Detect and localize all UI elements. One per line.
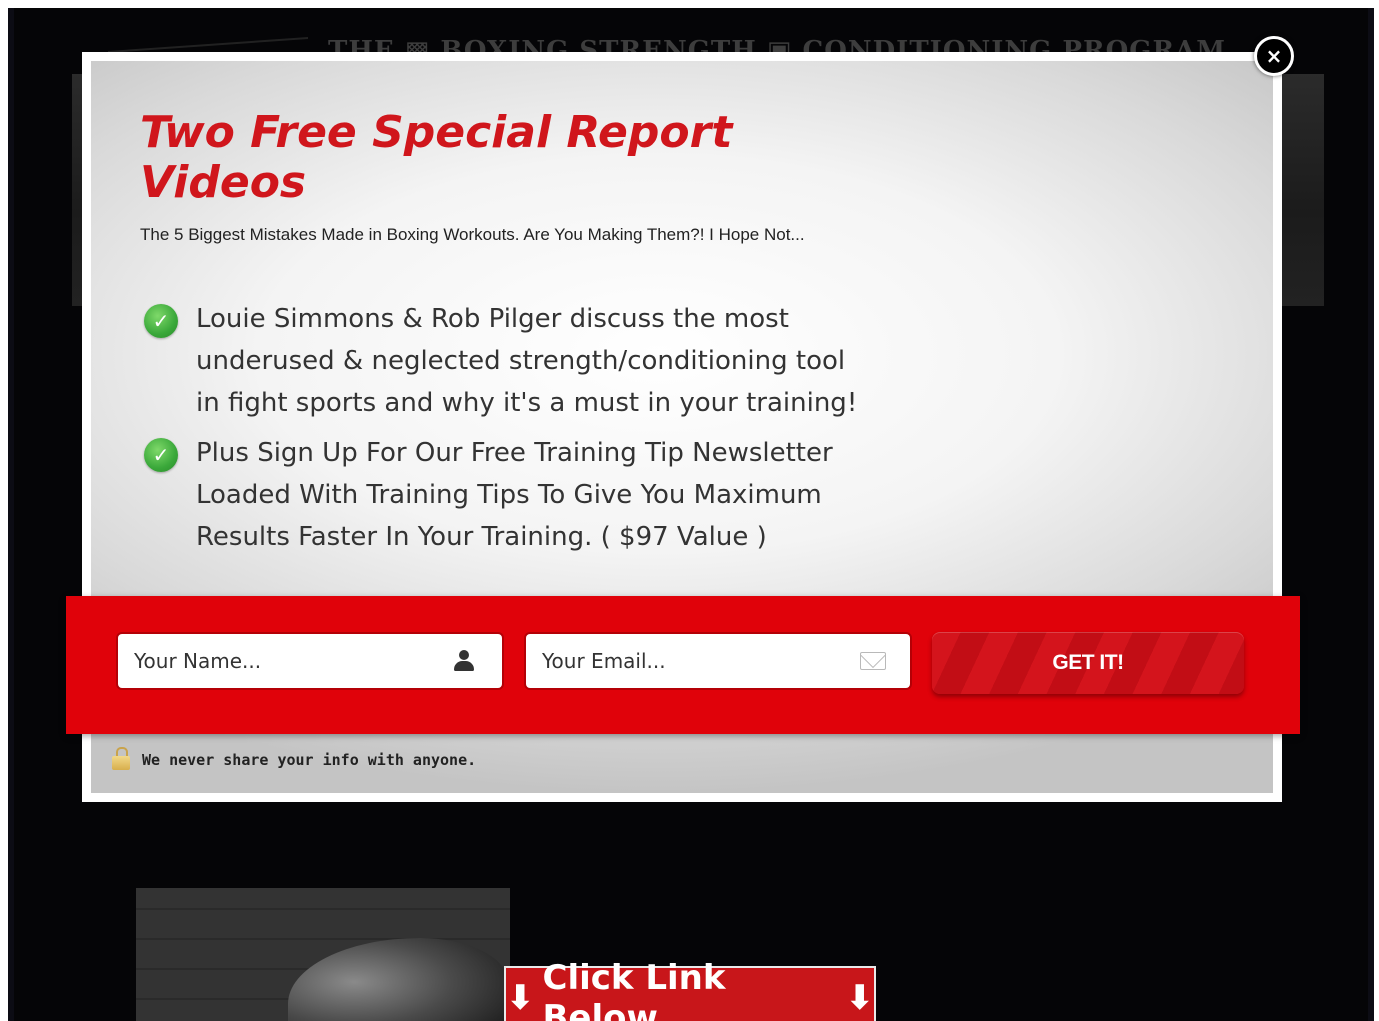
close-popup-button[interactable]: × [1254,36,1294,76]
arrow-down-icon: ⬇ [506,978,535,1018]
close-icon: × [1265,44,1283,68]
popup-headline: Two Free Special Report Videos [140,107,733,208]
left-border [8,8,14,1021]
privacy-note: We never share your info with anyone. [112,747,477,770]
email-field-wrapper [524,632,912,690]
check-icon: ✓ [144,438,178,472]
check-icon: ✓ [144,304,178,338]
benefit-text: Louie Simmons & Rob Pilger discuss the m… [196,304,858,418]
arrow-down-icon: ⬇ [845,978,875,1018]
benefit-list-item: ✓ Plus Sign Up For Our Free Training Tip… [144,432,864,558]
benefit-text: Plus Sign Up For Our Free Training Tip N… [196,438,833,552]
envelope-icon [860,652,886,670]
popup-subheadline: The 5 Biggest Mistakes Made in Boxing Wo… [140,225,805,244]
privacy-note-text: We never share your info with anyone. [142,751,477,769]
lock-icon [112,747,130,770]
name-field-wrapper [116,632,504,690]
right-border [1368,8,1374,1021]
email-input[interactable] [540,648,860,674]
name-input[interactable] [132,648,454,674]
click-link-below-banner[interactable]: ⬇ Click Link Below ⬇ [504,958,876,1021]
benefit-list-item: ✓ Louie Simmons & Rob Pilger discuss the… [144,298,864,424]
signup-form: GET IT! [66,596,1300,734]
user-icon [454,650,474,672]
get-it-button[interactable]: GET IT! [932,632,1244,694]
click-banner-label: Click Link Below [542,958,726,1021]
